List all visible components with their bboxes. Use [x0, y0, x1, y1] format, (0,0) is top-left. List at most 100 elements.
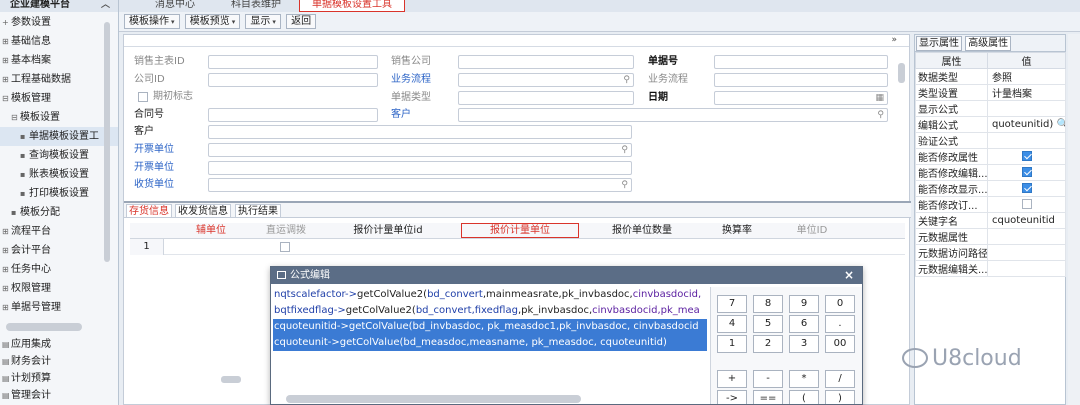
- keypad-key[interactable]: *: [789, 370, 819, 388]
- tab-display-props[interactable]: 显示属性: [916, 36, 962, 51]
- property-checkbox[interactable]: [1022, 167, 1032, 177]
- tree-toggle-icon[interactable]: ⊞: [2, 279, 11, 298]
- close-icon[interactable]: ×: [844, 267, 854, 284]
- sidebar-item[interactable]: ⊞ 流程平台: [0, 222, 118, 241]
- property-value[interactable]: [987, 132, 1066, 149]
- property-row[interactable]: 能否修改订...: [915, 196, 1066, 213]
- col-unit-id[interactable]: 单位ID: [772, 223, 852, 239]
- property-value[interactable]: cquoteunitid: [987, 212, 1066, 229]
- property-value[interactable]: 参照: [987, 68, 1066, 85]
- field-doc-type[interactable]: [458, 91, 634, 105]
- property-row[interactable]: 元数据属性: [915, 228, 1066, 245]
- col-quote-unit-id[interactable]: 报价计量单位id: [316, 223, 460, 239]
- property-row[interactable]: 显示公式: [915, 100, 1066, 117]
- sidebar-item[interactable]: ⊞ 会计平台: [0, 241, 118, 260]
- keypad-key[interactable]: ==: [753, 390, 783, 404]
- search-icon[interactable]: ⚲: [621, 144, 628, 156]
- tab-inventory-info[interactable]: 存货信息: [126, 204, 172, 218]
- field-customer[interactable]: [208, 125, 632, 139]
- field-invoice-unit-2[interactable]: [208, 161, 632, 175]
- tree-toggle-icon[interactable]: ⊞: [2, 222, 11, 241]
- sidebar-module[interactable]: ▤计划预算: [0, 370, 118, 387]
- tab-execution-result[interactable]: 执行结果: [235, 204, 281, 218]
- col-quote-unit-qty[interactable]: 报价单位数量: [582, 223, 702, 239]
- keypad-key[interactable]: ->: [717, 390, 747, 404]
- keypad-key[interactable]: ): [825, 390, 855, 404]
- field-biz-flow[interactable]: [714, 73, 888, 87]
- property-checkbox[interactable]: [1022, 199, 1032, 209]
- keypad-key[interactable]: 00: [825, 335, 855, 353]
- property-row[interactable]: 数据类型 参照: [915, 68, 1066, 85]
- field-receiving-unit[interactable]: ⚲: [208, 178, 632, 192]
- sidebar-item[interactable]: ⊞ 基本档案: [0, 51, 118, 70]
- sidebar-module[interactable]: ▤应用集成: [0, 336, 118, 353]
- sidebar-item[interactable]: ⊞ 任务中心: [0, 260, 118, 279]
- dialog-titlebar[interactable]: 公式编辑 ×: [271, 267, 862, 284]
- sidebar-header[interactable]: 企业建模平台 ︿: [0, 0, 118, 12]
- field-company-id[interactable]: [208, 73, 378, 87]
- direct-transfer-checkbox[interactable]: [280, 242, 290, 252]
- keypad-key[interactable]: +: [717, 370, 747, 388]
- sidebar-item[interactable]: + 参数设置: [0, 13, 118, 32]
- field-sales-company[interactable]: [458, 55, 634, 69]
- property-row[interactable]: 类型设置 计量档案: [915, 84, 1066, 101]
- sidebar-item[interactable]: ⊞ 工程基础数据: [0, 70, 118, 89]
- field-biz-flow-ref[interactable]: ⚲: [458, 73, 634, 87]
- keypad-key[interactable]: -: [753, 370, 783, 388]
- sidebar-scrollbar[interactable]: [104, 22, 110, 262]
- collapse-icon[interactable]: »: [891, 35, 897, 45]
- display-button[interactable]: 显示 ▾: [245, 14, 281, 29]
- keypad-key[interactable]: 3: [789, 335, 819, 353]
- property-row[interactable]: 元数据访问路径: [915, 244, 1066, 261]
- keypad-key[interactable]: (: [789, 390, 819, 404]
- chevron-up-icon[interactable]: ︿: [101, 0, 110, 10]
- property-checkbox[interactable]: [1022, 183, 1032, 193]
- tree-toggle-icon[interactable]: ⊞: [2, 260, 11, 279]
- tree-toggle-icon[interactable]: ▪: [20, 184, 29, 203]
- field-customer-ref[interactable]: ⚲: [458, 108, 888, 122]
- property-row[interactable]: 能否修改属性: [915, 148, 1066, 165]
- field-sales-master-id[interactable]: [208, 55, 378, 69]
- keypad-key[interactable]: .: [825, 315, 855, 333]
- sidebar-module[interactable]: ▤财务会计: [0, 353, 118, 370]
- sidebar-item[interactable]: ▪ 打印模板设置: [0, 184, 118, 203]
- sidebar-horizontal-scrollbar[interactable]: [6, 323, 82, 331]
- keypad-key[interactable]: 6: [789, 315, 819, 333]
- search-icon[interactable]: ⚲: [623, 74, 630, 86]
- property-row[interactable]: 验证公式: [915, 132, 1066, 149]
- col-aux-unit[interactable]: 辅单位: [166, 223, 256, 239]
- keypad-key[interactable]: 7: [717, 295, 747, 313]
- form-scrollbar[interactable]: [898, 63, 905, 83]
- tree-toggle-icon[interactable]: ⊞: [2, 298, 11, 317]
- keypad-key[interactable]: 5: [753, 315, 783, 333]
- sidebar-module[interactable]: ▤管理会计: [0, 387, 118, 404]
- tree-toggle-icon[interactable]: ▪: [11, 203, 20, 222]
- editor-horizontal-scrollbar[interactable]: [286, 395, 581, 403]
- property-value[interactable]: [987, 100, 1066, 117]
- keypad-key[interactable]: 2: [753, 335, 783, 353]
- tree-toggle-icon[interactable]: ▪: [20, 146, 29, 165]
- field-date[interactable]: ▦: [714, 91, 888, 105]
- sidebar-item[interactable]: ▪ 查询模板设置: [0, 146, 118, 165]
- field-invoice-unit[interactable]: ⚲: [208, 143, 632, 157]
- sidebar-item[interactable]: ▪ 模板分配: [0, 203, 118, 222]
- keypad-key[interactable]: /: [825, 370, 855, 388]
- property-value[interactable]: 计量档案: [987, 84, 1066, 101]
- sidebar-item[interactable]: ⊞ 单据号管理: [0, 298, 118, 317]
- sidebar-item[interactable]: ⊞ 基础信息: [0, 32, 118, 51]
- tree-toggle-icon[interactable]: ⊟: [11, 108, 20, 127]
- keypad-key[interactable]: 9: [789, 295, 819, 313]
- property-value[interactable]: [987, 228, 1066, 245]
- grid-horizontal-scrollbar[interactable]: [221, 376, 241, 383]
- tab-shipping-info[interactable]: 收发货信息: [175, 204, 231, 218]
- property-row[interactable]: 能否修改显示...: [915, 180, 1066, 197]
- search-icon[interactable]: ⚲: [621, 179, 628, 191]
- property-value[interactable]: [987, 260, 1066, 277]
- property-checkbox[interactable]: [1022, 151, 1032, 161]
- table-row[interactable]: 1: [130, 239, 905, 255]
- sidebar-item[interactable]: ⊟ 模板设置: [0, 108, 118, 127]
- field-doc-no[interactable]: [714, 55, 888, 69]
- tree-toggle-icon[interactable]: ▪: [20, 165, 29, 184]
- property-row[interactable]: 元数据编辑关...: [915, 260, 1066, 277]
- tree-toggle-icon[interactable]: +: [2, 13, 11, 32]
